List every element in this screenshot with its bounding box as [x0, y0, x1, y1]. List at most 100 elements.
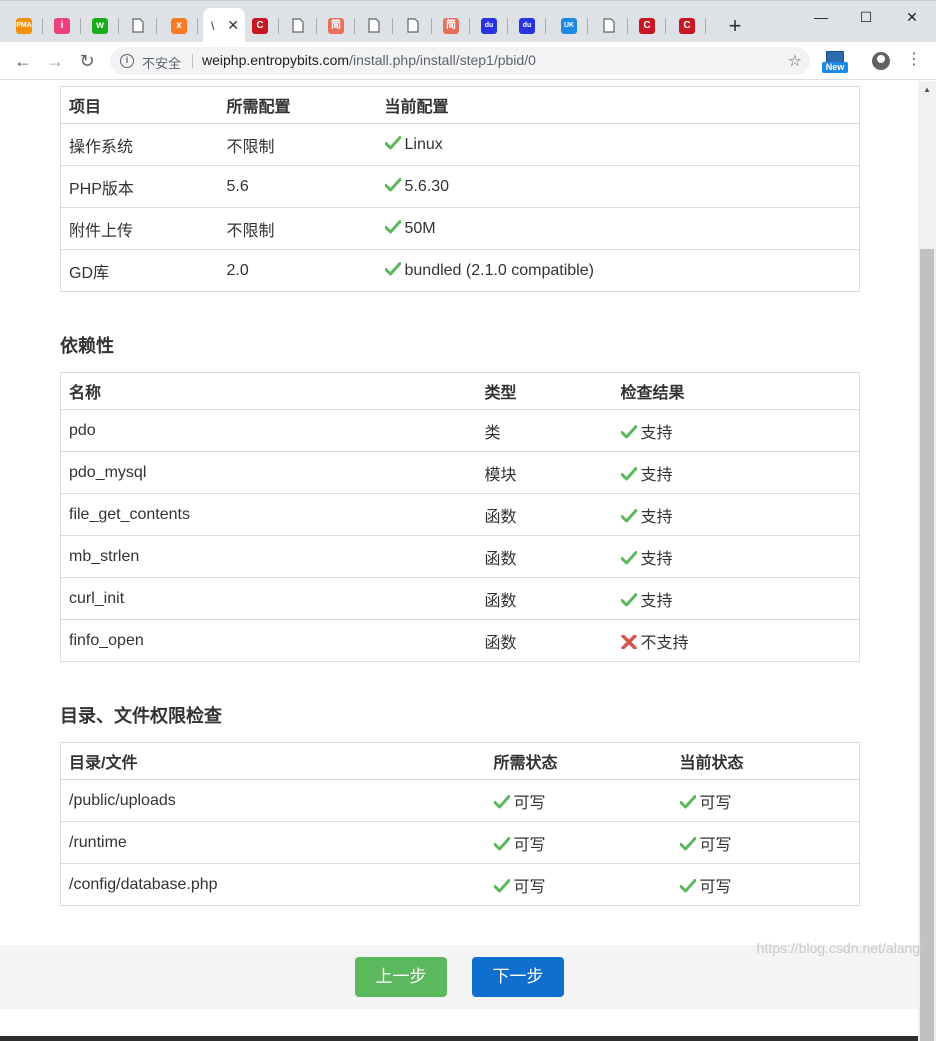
check-icon [620, 424, 637, 438]
dep-type: 函数 [476, 535, 613, 578]
env-current: 5.6.30 [404, 177, 449, 195]
forward-button[interactable]: → [44, 50, 66, 72]
dep-type: 类 [476, 409, 613, 452]
browser-tab[interactable] [355, 8, 393, 43]
close-window-button[interactable]: ✕ [889, 6, 935, 28]
page-viewport: 项目 所需配置 当前配置 操作系统 不限制 Linux PHP版本 5.6 5.6.30 附… [0, 81, 918, 1041]
browser-tab[interactable]: du [508, 8, 546, 43]
dependencies-table: 名称 类型 检查结果 pdo 类支持 pdo_mysql 模块 支持 file_get_c… [60, 372, 860, 662]
info-icon[interactable]: i [120, 54, 134, 68]
col-header-required-state: 所需状态 [485, 742, 672, 780]
permissions-table: 目录/文件 所需状态 当前状态 /public/uploads 可写 可写/runt… [60, 742, 860, 906]
omnibox[interactable]: i 不安全 weiphp.entropybits.com/install.php… [110, 47, 810, 75]
browser-tab[interactable]: C [628, 8, 666, 43]
reload-button[interactable]: ↻ [76, 50, 98, 72]
col-header-type: 类型 [476, 372, 613, 410]
env-current: 50M [404, 219, 436, 237]
browser-tab[interactable]: PMA [5, 8, 43, 43]
browser-tab[interactable]: C [668, 8, 706, 43]
back-button[interactable]: ← [12, 50, 34, 72]
dep-result: 不支持 [640, 634, 689, 652]
page-icon [366, 18, 382, 34]
browser-tab[interactable]: C [241, 8, 279, 43]
dir-current-cell: 可写 [671, 863, 860, 906]
col-header-result: 检查结果 [612, 372, 860, 410]
browser-tab[interactable]: UK [550, 8, 588, 43]
dir-required-cell: 可写 [485, 821, 672, 864]
table-row: PHP版本 5.6 5.6.30 [60, 165, 860, 208]
env-current-cell: 5.6.30 [376, 165, 860, 208]
page-icon [405, 18, 421, 34]
check-icon [384, 219, 401, 233]
browser-tab[interactable]: du [470, 8, 508, 43]
table-row: /runtime 可写 可写 [60, 821, 860, 864]
xampp-icon: x [171, 17, 187, 34]
browser-tab[interactable]: w [81, 8, 119, 43]
extension-new-icon[interactable]: New [822, 51, 848, 75]
csdn-icon: C [252, 17, 268, 34]
dep-name: mb_strlen [60, 535, 477, 578]
insecure-label[interactable]: 不安全 [142, 53, 181, 72]
dep-type: 函数 [476, 619, 613, 662]
env-item: GD库 [60, 249, 219, 292]
table-row: curl_init 函数 支持 [60, 577, 860, 620]
dep-result-cell: 支持 [612, 577, 860, 620]
address-bar: ← → ↻ i 不安全 weiphp.entropybits.com/insta… [0, 42, 936, 80]
check-icon [620, 550, 637, 564]
dir-current: 可写 [699, 878, 732, 896]
next-step-button[interactable]: 下一步 [472, 957, 564, 997]
close-tab-icon[interactable]: ✕ [227, 17, 239, 33]
tab-separator [197, 18, 198, 34]
col-header-current-state: 当前状态 [671, 742, 860, 780]
active-tab[interactable]: \ ✕ [203, 8, 245, 43]
col-header-name: 名称 [60, 372, 477, 410]
browser-tab[interactable] [279, 8, 317, 43]
browser-tab[interactable] [590, 8, 628, 43]
tab-separator [665, 18, 666, 34]
dir-path: /public/uploads [60, 779, 486, 822]
dep-result: 支持 [640, 424, 673, 442]
csdn-icon: C [679, 17, 695, 34]
dir-required: 可写 [513, 794, 546, 812]
prev-step-button[interactable]: 上一步 [355, 957, 447, 997]
vertical-scrollbar[interactable]: ▲ [918, 81, 936, 1041]
browser-tab[interactable] [119, 8, 157, 43]
browser-tab[interactable]: 简 [432, 8, 470, 43]
browser-tab[interactable]: x [160, 8, 198, 43]
jian-icon: 简 [328, 17, 344, 34]
account-icon[interactable] [872, 52, 890, 70]
browser-tab[interactable]: 简 [317, 8, 355, 43]
dep-type: 模块 [476, 451, 613, 494]
dep-name: pdo [60, 409, 477, 452]
maximize-button[interactable]: ☐ [843, 6, 889, 28]
page-icon [130, 18, 146, 34]
env-required: 不限制 [218, 207, 377, 250]
env-current-cell: Linux [376, 123, 860, 166]
browser-tab[interactable] [394, 8, 432, 43]
dir-current: 可写 [699, 836, 732, 854]
tab-separator [392, 18, 393, 34]
dir-current-cell: 可写 [671, 821, 860, 864]
minimize-button[interactable]: — [798, 6, 844, 28]
cross-icon [620, 634, 637, 649]
tab-separator [156, 18, 157, 34]
menu-icon[interactable]: ⋮ [906, 50, 922, 70]
dir-required: 可写 [513, 836, 546, 854]
new-tab-button[interactable]: + [724, 15, 746, 37]
scroll-thumb[interactable] [920, 249, 934, 1041]
wechat-shield-icon: w [92, 17, 108, 34]
scroll-up-arrow-icon[interactable]: ▲ [918, 81, 936, 98]
dep-name: file_get_contents [60, 493, 477, 536]
env-current-cell: bundled (2.1.0 compatible) [376, 249, 860, 292]
table-header-row: 目录/文件 所需状态 当前状态 [60, 742, 860, 780]
check-icon [384, 177, 401, 191]
dir-required-cell: 可写 [485, 863, 672, 906]
page-icon [290, 18, 306, 34]
check-icon [620, 592, 637, 606]
table-row: /config/database.php 可写 可写 [60, 863, 860, 906]
bookmark-star-icon[interactable]: ☆ [788, 51, 802, 71]
browser-tab[interactable]: i [43, 8, 81, 43]
table-header-row: 名称 类型 检查结果 [60, 372, 860, 410]
url-text[interactable]: weiphp.entropybits.com/install.php/insta… [202, 52, 536, 68]
dep-result: 支持 [640, 550, 673, 568]
